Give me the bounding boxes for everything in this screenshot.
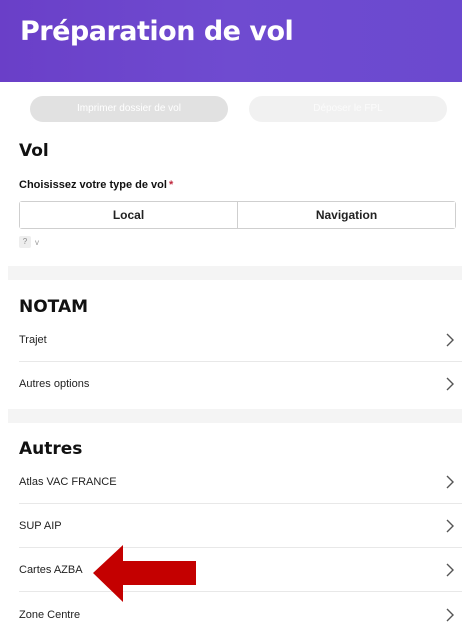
list-item-trajet[interactable]: Trajet bbox=[19, 319, 462, 362]
list-item-label: Cartes AZBA bbox=[19, 564, 83, 576]
file-fpl-button[interactable]: Déposer le FPL bbox=[249, 96, 447, 122]
chevron-down-icon: v bbox=[35, 237, 39, 247]
chevron-right-icon bbox=[446, 519, 454, 533]
flight-type-label: Choisissez votre type de vol * bbox=[19, 179, 173, 191]
chevron-right-icon bbox=[446, 608, 454, 621]
section-title-notam: NOTAM bbox=[19, 297, 89, 317]
page-title: Préparation de vol bbox=[20, 16, 294, 47]
app-header: Préparation de vol bbox=[0, 0, 462, 82]
required-marker: * bbox=[168, 179, 174, 191]
chevron-right-icon bbox=[446, 377, 454, 390]
list-item-zone-centre[interactable]: Zone Centre bbox=[19, 593, 462, 636]
chevron-right-icon bbox=[446, 563, 454, 577]
chevron-right-icon bbox=[446, 333, 454, 347]
section-divider bbox=[8, 266, 462, 280]
list-item-label: Zone Centre bbox=[19, 608, 81, 621]
list-item-label: Trajet bbox=[19, 334, 47, 346]
flight-type-option-local[interactable]: Local bbox=[20, 202, 237, 228]
flight-type-segmented-control: Local Navigation bbox=[19, 201, 456, 229]
section-divider bbox=[8, 409, 462, 423]
list-item-cartes-azba[interactable]: Cartes AZBA bbox=[19, 549, 462, 592]
chevron-right-icon bbox=[446, 475, 454, 489]
help-icon: ? bbox=[19, 236, 31, 248]
flight-type-label-text: Choisissez votre type de vol bbox=[19, 179, 167, 191]
print-flight-file-button[interactable]: Imprimer dossier de vol bbox=[30, 96, 228, 122]
list-item-atlas-vac-france[interactable]: Atlas VAC FRANCE bbox=[19, 461, 462, 504]
help-toggle[interactable]: ? v bbox=[19, 236, 39, 248]
list-item-sup-aip[interactable]: SUP AIP bbox=[19, 505, 462, 548]
list-item-label: SUP AIP bbox=[19, 520, 62, 532]
list-item-label: Atlas VAC FRANCE bbox=[19, 476, 117, 488]
list-item-label: Autres options bbox=[19, 377, 90, 390]
list-item-autres-options[interactable]: Autres options bbox=[19, 362, 462, 405]
arrow-left-icon bbox=[93, 545, 196, 602]
section-title-autres: Autres bbox=[19, 439, 83, 459]
section-title-vol: Vol bbox=[19, 141, 49, 161]
flight-type-option-navigation[interactable]: Navigation bbox=[237, 202, 455, 228]
